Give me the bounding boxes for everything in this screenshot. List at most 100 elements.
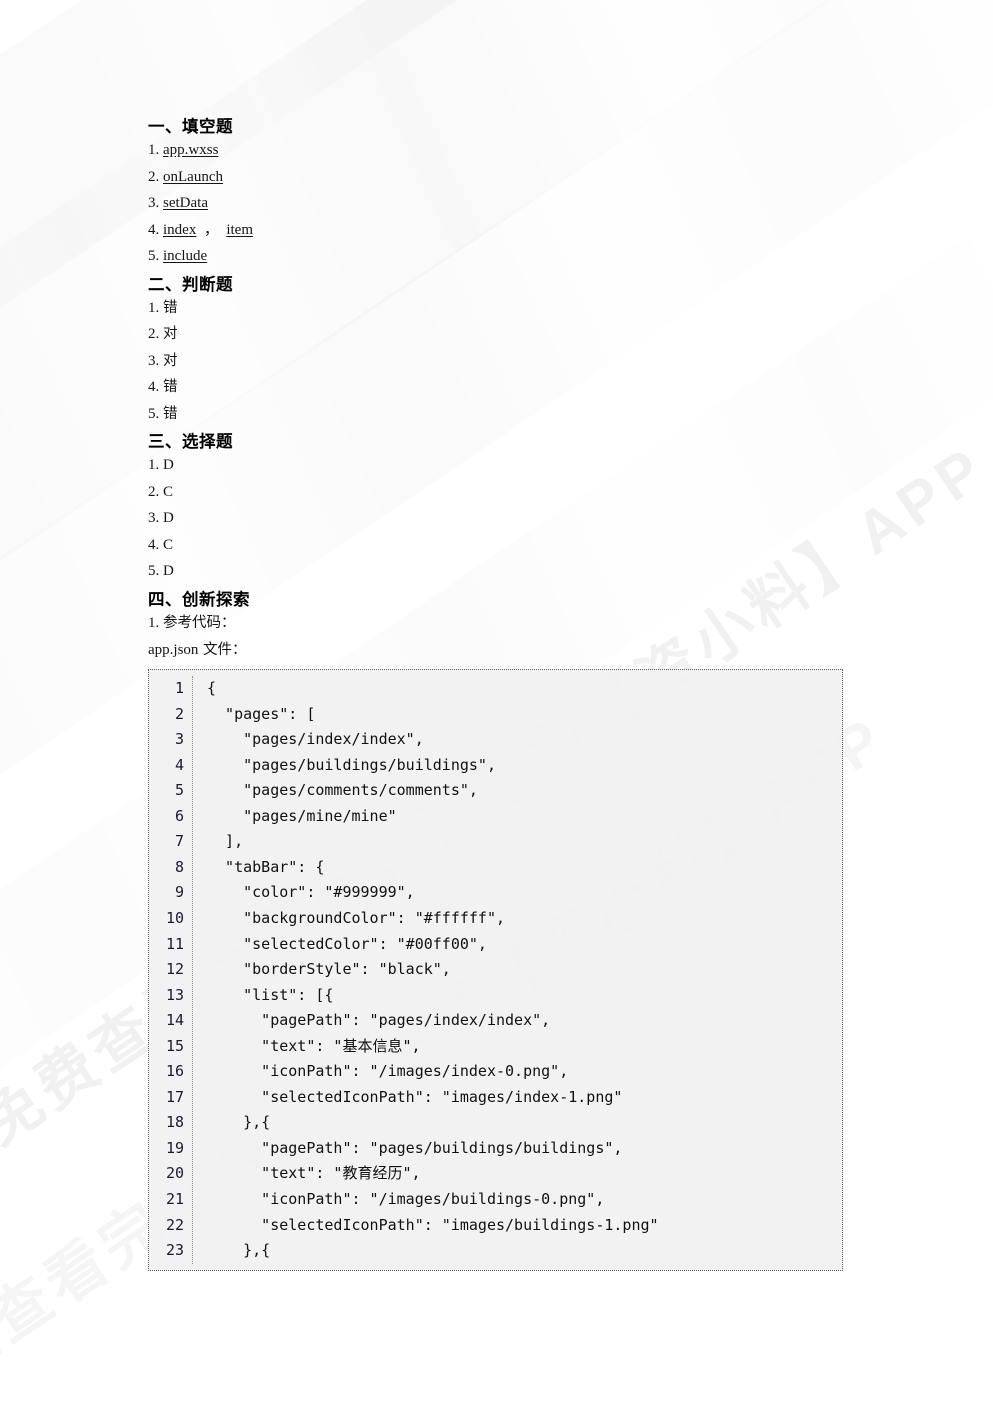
answer-section: 四、创新探索 1. 参考代码： — [148, 589, 993, 631]
code-line-number: 3 — [174, 730, 184, 749]
code-line: "pages/mine/mine" — [207, 806, 397, 825]
answer-item: 1. 错 — [148, 299, 993, 316]
code-line: "selectedColor": "#00ff00", — [207, 934, 487, 953]
answer-item: 4. C — [148, 536, 993, 553]
section-heading: 四、创新探索 — [148, 589, 250, 609]
answer-item: 2. 对 — [148, 327, 993, 342]
answer-text: ， — [196, 221, 227, 238]
code-line: ], — [207, 832, 244, 851]
answer-item: 5. D — [148, 564, 993, 579]
answer-item: 3. setData — [148, 196, 993, 211]
answer-item: 3. 对 — [148, 352, 993, 369]
answer-item: 4. 错 — [148, 380, 993, 395]
code-line-number: 7 — [174, 832, 184, 851]
section-heading: 三、选择题 — [148, 432, 233, 452]
answer-blank-value: app.wxss — [163, 142, 219, 159]
answer-section: 二、判断题 1. 错 2. 对 3. 对 4. 错 5. 错 — [148, 274, 993, 422]
answer-text: C — [163, 483, 174, 500]
answer-blank-value: item — [226, 221, 254, 238]
code-line-number: 18 — [165, 1113, 184, 1132]
answer-section: 一、填空题 1. app.wxss 2. onLaunch 3. setData 4. … — [148, 117, 993, 265]
code-line: },{ — [207, 1241, 271, 1260]
answer-text: 错 — [163, 405, 178, 422]
answer-text: 对 — [163, 326, 178, 343]
code-line-number: 15 — [165, 1036, 184, 1055]
code-line: "color": "#999999", — [207, 883, 415, 902]
code-line: "pages/comments/comments", — [207, 781, 478, 800]
code-line: "text": "基本信息", — [207, 1036, 421, 1055]
code-line: "selectedIconPath": "images/index-1.png" — [207, 1087, 623, 1106]
code-line: "borderStyle": "black", — [207, 960, 451, 979]
code-block: 1 2 3 4 5 6 7 8 9 10 11 12 13 14 15 16 17 18 19 20 21 22 23 { … — [148, 669, 843, 1271]
answer-item-number: 5. — [148, 405, 160, 422]
code-line: "iconPath": "/images/index-0.png", — [207, 1062, 569, 1081]
code-line-number: 13 — [165, 985, 184, 1004]
answer-item: 1. app.wxss — [148, 143, 993, 158]
code-line-number: 14 — [165, 1011, 184, 1030]
answer-sections: 一、填空题 1. app.wxss 2. onLaunch 3. setData 4. … — [148, 117, 993, 631]
answer-item-number: 4. — [148, 536, 160, 553]
answer-item: 5. 错 — [148, 405, 993, 422]
code-line-number: 5 — [174, 781, 184, 800]
answer-text: D — [163, 510, 174, 527]
answer-text: 对 — [163, 352, 178, 369]
code-line-number: 23 — [165, 1241, 184, 1260]
answer-blank-value: index — [163, 221, 197, 238]
code-line: "backgroundColor": "#ffffff", — [207, 908, 506, 927]
answer-text: C — [163, 536, 174, 553]
answer-text: 错 — [163, 299, 178, 316]
code-line: },{ — [207, 1113, 271, 1132]
code-line-number: 19 — [165, 1138, 184, 1157]
answer-item-number: 5. — [148, 248, 160, 265]
code-line-number: 9 — [174, 883, 184, 902]
answer-item: 1. D — [148, 458, 993, 473]
answer-item-number: 2. — [148, 326, 160, 343]
answer-item-number: 3. — [148, 195, 160, 212]
code-line-number: 22 — [165, 1215, 184, 1234]
code-line-number: 12 — [165, 960, 184, 979]
answer-item-number: 3. — [148, 352, 160, 369]
document-page: 免费查看完整版，请下载【资小料】APP 免费查看完整版，请下载【资小料】APP … — [0, 0, 993, 1404]
code-line-number: 6 — [174, 806, 184, 825]
answer-section: 三、选择题 1. D 2. C 3. D 4. C 5. D — [148, 433, 993, 579]
code-line: "pages/buildings/buildings", — [207, 755, 496, 774]
code-line: "iconPath": "/images/buildings-0.png", — [207, 1190, 605, 1208]
code-line: { — [207, 679, 217, 698]
answer-item-number: 5. — [148, 563, 160, 580]
code-caption-suffix: 文件： — [198, 641, 247, 658]
section-heading: 一、填空题 — [148, 117, 233, 136]
code-line-number: 20 — [165, 1164, 184, 1183]
section-heading: 二、判断题 — [148, 274, 233, 294]
answer-item: 4. index ， item — [148, 221, 993, 238]
answer-item-number: 1. — [148, 457, 160, 474]
code-line-number: 17 — [165, 1087, 184, 1106]
code-line-number: 4 — [174, 755, 184, 774]
code-line-number: 10 — [165, 908, 184, 927]
code-caption-filename: app.json — [148, 641, 199, 658]
answer-item: 3. D — [148, 511, 993, 526]
answer-item: 2. C — [148, 483, 993, 500]
answer-item-number: 4. — [148, 379, 160, 396]
code-line-number: 16 — [165, 1062, 184, 1081]
answer-item: 2. onLaunch — [148, 168, 993, 185]
code-line-number: 21 — [165, 1190, 184, 1208]
code-line-number: 8 — [174, 857, 184, 876]
answer-item-number: 2. — [148, 168, 160, 185]
answer-text: D — [163, 457, 174, 474]
code-line-number: 2 — [174, 704, 184, 723]
answer-item-number: 4. — [148, 221, 160, 238]
answer-blank-value: setData — [163, 195, 208, 212]
answer-item-number: 3. — [148, 510, 160, 527]
answer-text: D — [163, 563, 174, 580]
code-line: "tabBar": { — [207, 857, 325, 876]
code-caption: app.json 文件： — [148, 641, 993, 658]
code-line: "pagePath": "pages/buildings/buildings", — [207, 1138, 623, 1157]
answer-item-number: 2. — [148, 483, 160, 500]
answer-item-number: 1. — [148, 615, 160, 632]
code-line: "text": "教育经历", — [207, 1164, 421, 1183]
code-line: "pages/index/index", — [207, 730, 424, 749]
answer-text: 错 — [163, 379, 178, 396]
answer-item: 1. 参考代码： — [148, 616, 993, 631]
code-line-number: 11 — [165, 934, 184, 953]
answer-item-number: 1. — [148, 299, 160, 316]
